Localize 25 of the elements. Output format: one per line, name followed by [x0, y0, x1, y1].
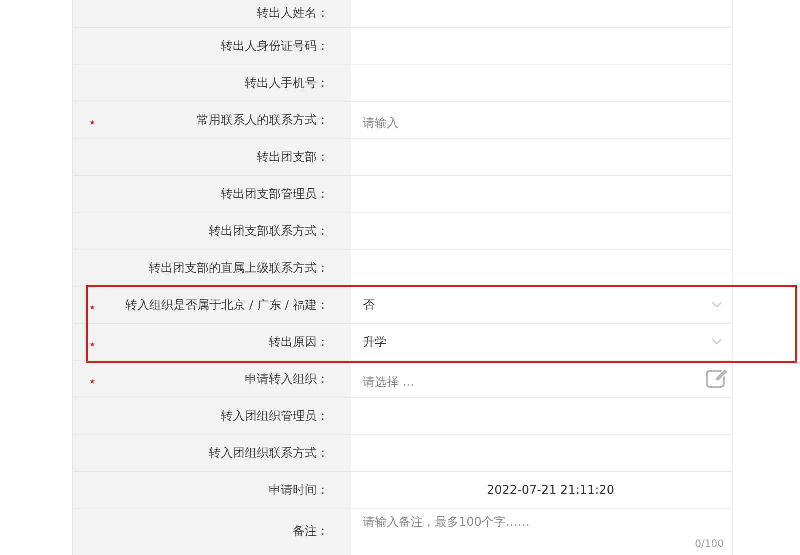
field-label: 转出人姓名： — [257, 5, 329, 22]
field-label: 转出团支部联系方式： — [209, 222, 329, 240]
input-field[interactable]: 请输入 — [363, 116, 563, 130]
input-field[interactable]: 请选择 ... — [363, 375, 563, 389]
chevron-down-icon — [712, 302, 722, 308]
field-label: 转出人手机号： — [245, 74, 329, 92]
field-label: 申请转入组织： — [245, 370, 329, 388]
field-label: 转出人身份证号码： — [221, 38, 329, 54]
field-label: 转出团支部的直属上级联系方式： — [149, 260, 329, 276]
field-label: 转出团支部管理员： — [221, 186, 329, 202]
field-label: 申请时间： — [269, 482, 329, 498]
textarea-field[interactable]: 请输入备注，最多100个字…… — [363, 509, 720, 539]
select-field[interactable]: 否 — [363, 296, 720, 314]
field-label: 备注： — [293, 523, 329, 540]
field-label: 常用联系人的联系方式： — [197, 112, 329, 128]
field-value: 2022-07-21 21:11:20 — [487, 483, 614, 497]
edit-icon[interactable] — [706, 368, 730, 388]
chevron-down-icon — [712, 339, 722, 345]
field-label: 转入组织是否属于北京 / 广东 / 福建： — [126, 296, 329, 314]
field-label: 转出原因： — [269, 334, 329, 350]
field-label: 转入团组织联系方式： — [209, 444, 329, 462]
character-counter: 0/100 — [695, 539, 724, 550]
field-label: 转入团组织管理员： — [221, 408, 329, 424]
select-field[interactable]: 升学 — [363, 334, 720, 350]
field-label: 转出团支部： — [257, 148, 329, 166]
